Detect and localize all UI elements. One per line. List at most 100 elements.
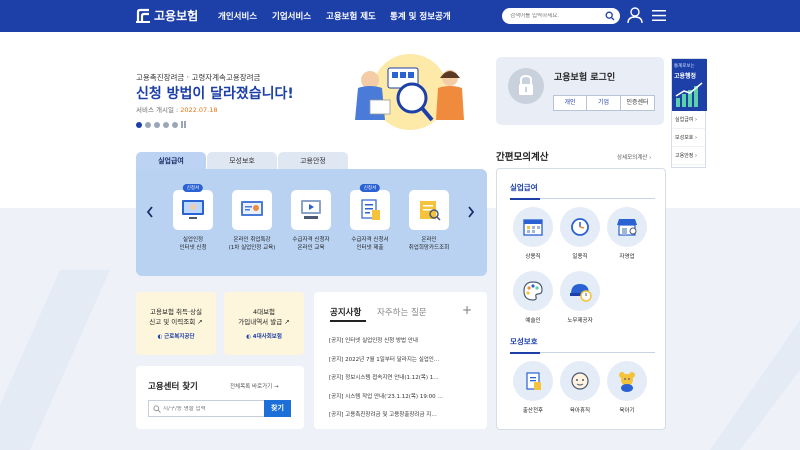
login-business-button[interactable]: 기업 bbox=[587, 95, 621, 111]
slide-dot[interactable] bbox=[163, 121, 169, 128]
job-center-title: 고용센터 찾기 bbox=[148, 382, 198, 392]
online-lecture-icon bbox=[241, 201, 263, 216]
chevron-right-icon[interactable] bbox=[467, 206, 475, 218]
slide-dot[interactable] bbox=[136, 121, 142, 128]
calc-item-artist[interactable]: 예술인 bbox=[510, 271, 556, 324]
calc-icon-circle bbox=[607, 207, 647, 247]
logo-icon bbox=[136, 8, 150, 23]
calc-label: 육아휴직 bbox=[569, 408, 591, 414]
slide-dot[interactable] bbox=[145, 121, 151, 128]
service-item[interactable]: 온라인 취업특강 (1차 실업인정 교육) bbox=[221, 190, 283, 252]
login-cert-center-button[interactable]: 인증센터 bbox=[621, 95, 655, 111]
active-tab-indicator bbox=[330, 320, 366, 322]
calc-item-selfemployed[interactable]: 자영업 bbox=[604, 207, 650, 260]
calc-item-laborer[interactable]: 노무제공자 bbox=[557, 271, 603, 324]
section-divider bbox=[510, 352, 655, 354]
service-icon-box: 신청서 bbox=[350, 184, 390, 230]
quick-title: 고용행정 bbox=[674, 73, 697, 80]
chevron-left-icon[interactable] bbox=[146, 206, 154, 218]
banner-date-label: 서비스 개시일 : bbox=[136, 106, 179, 114]
calc-item-childcare[interactable]: 육아기 bbox=[604, 361, 650, 414]
calc-item-birth[interactable]: 출산전후 bbox=[510, 361, 556, 414]
calc-item-daily[interactable]: 일용직 bbox=[557, 207, 603, 260]
quick-stats-panel: 통계로보는 고용행정 실업급여 › 모성보호 › 고용안정 › bbox=[671, 58, 707, 168]
calc-item-regular[interactable]: 상용직 bbox=[510, 207, 556, 260]
service-item[interactable]: 수급자격 신청자 온라인 교육 bbox=[280, 190, 342, 252]
quick-item-label: 고용안정 bbox=[675, 153, 694, 159]
list-item[interactable]: [공지] 2022년 7월 1일부터 달라지는 실업인… bbox=[329, 355, 477, 374]
calc-icon-circle bbox=[560, 361, 600, 401]
nav-personal[interactable]: 개인서비스 bbox=[218, 10, 257, 22]
service-item[interactable]: 온라인 취업희망카드조회 bbox=[398, 190, 460, 252]
slide-dot[interactable] bbox=[172, 121, 178, 128]
application-badge: 신청서 bbox=[359, 184, 381, 192]
banner-pagination bbox=[136, 121, 187, 128]
calc-icon-circle bbox=[513, 207, 553, 247]
insurance-history-card[interactable]: 고용보험 취득·상실 신고 및 이력조회 ↗ ◐ 근로복지공단 bbox=[136, 292, 216, 355]
quick-item-unemployment[interactable]: 실업급여 › bbox=[672, 111, 705, 129]
chart-icon bbox=[675, 82, 703, 107]
service-label: 수급자격 신청자 온라인 교육 bbox=[292, 237, 330, 251]
pause-icon[interactable] bbox=[181, 121, 187, 128]
service-label: 실업인정 인터넷 신청 bbox=[179, 237, 207, 251]
notice-list: [공지] 인터넷 실업인정 신청 방법 안내 [공지] 2022년 7월 1일부… bbox=[329, 336, 477, 429]
list-item[interactable]: [공지] 정보시스템 접속지연 안내(1.12(목) 1… bbox=[329, 373, 477, 392]
tab-notice[interactable]: 공지사항 bbox=[330, 306, 361, 318]
document-submit-icon bbox=[361, 199, 380, 220]
list-item[interactable]: [공지] 인터넷 실업인정 신청 방법 안내 bbox=[329, 336, 477, 355]
job-card-search-icon bbox=[420, 201, 441, 221]
palette-icon bbox=[523, 281, 543, 301]
quick-stats-banner[interactable]: 통계로보는 고용행정 bbox=[672, 59, 707, 111]
service-item[interactable]: 신청서 수급자격 신청서 인터넷 제출 bbox=[339, 184, 401, 252]
calc-item-parental-leave[interactable]: 육아휴직 bbox=[557, 361, 603, 414]
tab-maternity[interactable]: 모성보호 bbox=[207, 152, 277, 170]
baby-bottle-doc-icon bbox=[526, 372, 541, 390]
user-icon[interactable] bbox=[627, 7, 643, 24]
card-org: ◐ 근로복지공단 bbox=[157, 334, 195, 340]
login-personal-button[interactable]: 개인 bbox=[553, 95, 587, 111]
baby-face-icon bbox=[571, 372, 589, 390]
job-center-search-box bbox=[148, 400, 265, 417]
job-center-input[interactable] bbox=[163, 405, 258, 412]
quick-item-maternity[interactable]: 모성보호 › bbox=[672, 129, 705, 147]
banner-date: 서비스 개시일 : 2022.07.18 bbox=[136, 104, 218, 114]
calc-section-maternity: 모성보호 bbox=[510, 337, 538, 346]
application-badge: 신청서 bbox=[182, 184, 204, 192]
calc-icon-circle bbox=[513, 271, 553, 311]
calc-label: 일용직 bbox=[572, 254, 588, 260]
search-icon[interactable] bbox=[605, 11, 615, 21]
nav-business[interactable]: 기업서비스 bbox=[272, 10, 311, 22]
site-logo[interactable]: 고용보험 bbox=[136, 7, 198, 24]
hamburger-menu-icon[interactable] bbox=[652, 9, 666, 22]
list-item[interactable]: [공지] 시스템 작업 안내('23.1.12(목) 19:00 … bbox=[329, 392, 477, 411]
store-icon bbox=[617, 219, 637, 236]
logo-text: 고용보험 bbox=[154, 9, 199, 23]
nav-insurance[interactable]: 고용보험 제도 bbox=[326, 10, 376, 22]
service-item[interactable]: 신청서 실업인정 인터넷 신청 bbox=[162, 184, 224, 252]
job-center-search-button[interactable]: 찾기 bbox=[264, 400, 291, 417]
calc-section-unemployment: 실업급여 bbox=[510, 183, 538, 192]
service-icon-box bbox=[291, 190, 331, 230]
detail-calc-link[interactable]: 상세모의계산 › bbox=[617, 153, 651, 161]
card-text: 4대보험 가입내역서 발급 ↗ bbox=[238, 308, 290, 326]
tab-employment-stability[interactable]: 고용안정 bbox=[278, 152, 348, 170]
certificate-issue-card[interactable]: 4대보험 가입내역서 발급 ↗ ◐ 4대사회보험 bbox=[224, 292, 304, 355]
quick-item-employment[interactable]: 고용안정 › bbox=[672, 147, 705, 165]
search-input[interactable] bbox=[510, 13, 600, 19]
job-center-card bbox=[136, 366, 304, 429]
list-item[interactable]: [공지] 고용촉진장려금 및 고용창출장려금 지… bbox=[329, 410, 477, 429]
service-tabs: 실업급여 모성보호 고용안정 bbox=[136, 152, 349, 170]
calc-icon-circle bbox=[560, 207, 600, 247]
job-center-list-link[interactable]: 전체목록 바로가기 → bbox=[230, 382, 279, 390]
service-label: 온라인 취업희망카드조회 bbox=[408, 237, 450, 251]
tab-faq[interactable]: 자주하는 질문 bbox=[377, 306, 427, 318]
service-icon-box: 신청서 bbox=[173, 184, 213, 230]
more-plus-icon[interactable]: + bbox=[462, 303, 472, 317]
service-label: 온라인 취업특강 (1차 실업인정 교육) bbox=[228, 237, 276, 251]
nav-statistics[interactable]: 통계 및 정보공개 bbox=[390, 10, 451, 22]
calc-label: 상용직 bbox=[525, 254, 541, 260]
banner-title[interactable]: 신청 방법이 달라졌습니다! bbox=[136, 83, 294, 103]
background-decoration bbox=[710, 320, 800, 450]
slide-dot[interactable] bbox=[154, 121, 160, 128]
tab-unemployment[interactable]: 실업급여 bbox=[136, 152, 206, 170]
